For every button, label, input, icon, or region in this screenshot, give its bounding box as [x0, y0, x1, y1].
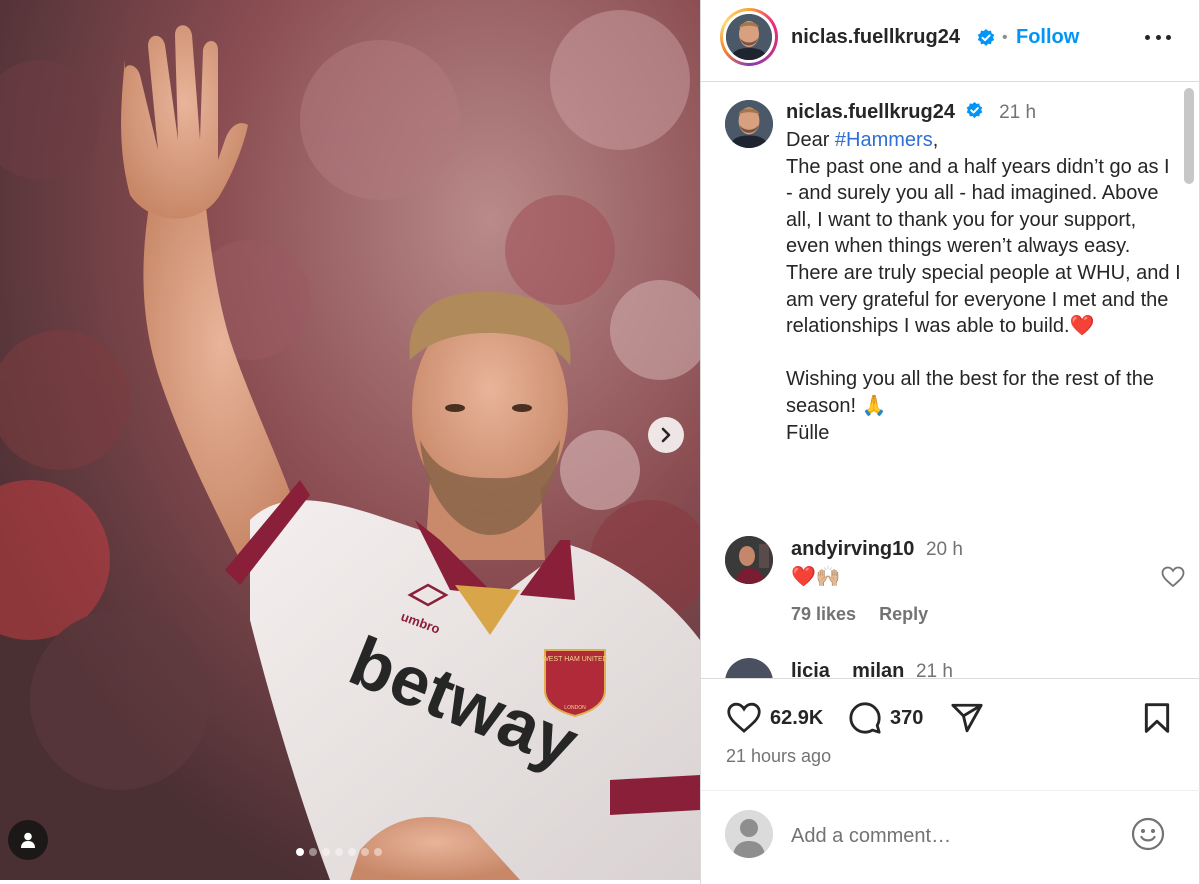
comment-text: ❤️🙌🏼	[791, 566, 841, 588]
verified-badge-icon	[966, 101, 982, 119]
commenter-avatar[interactable]	[725, 536, 773, 584]
comment-count: 370	[890, 706, 924, 729]
add-comment-bar	[701, 790, 1200, 880]
follow-button[interactable]: Follow	[1016, 26, 1079, 49]
carousel-next-button[interactable]	[648, 417, 684, 453]
post-details-panel: niclas.fuellkrug24 • Follow niclas.fuell…	[700, 0, 1200, 884]
comment-time[interactable]: 20 h	[926, 539, 963, 560]
caption-body-text: The past one and a half years didn’t go …	[786, 155, 1181, 444]
comments-section[interactable]: niclas.fuellkrug24 21 h Dear #Hammers, T…	[701, 83, 1200, 678]
header-separator: •	[1002, 29, 1008, 46]
comment-reply-button[interactable]: Reply	[879, 604, 928, 624]
comment-header: licia__milan 21 h	[791, 660, 953, 678]
emoji-smile-icon[interactable]	[1131, 817, 1165, 851]
caption-header: niclas.fuellkrug24 21 h	[786, 101, 1036, 124]
comment-bubble-icon	[849, 702, 881, 734]
tagged-users-button[interactable]	[8, 820, 48, 860]
verified-badge-icon	[977, 29, 995, 46]
caption-time[interactable]: 21 h	[999, 102, 1036, 123]
heart-icon	[727, 702, 761, 733]
commenter-username[interactable]: licia__milan	[791, 660, 904, 678]
comment-button[interactable]: 370	[848, 701, 923, 735]
comments-scrollbar[interactable]	[1184, 88, 1194, 184]
carousel-dot	[335, 848, 343, 856]
comment-item: licia__milan 21 h	[725, 658, 1185, 678]
comment-meta: 79 likes Reply	[791, 604, 946, 625]
author-username[interactable]: niclas.fuellkrug24	[791, 26, 960, 49]
send-icon	[951, 703, 983, 733]
crest-text-top: WEST HAM UNITED	[542, 656, 608, 663]
hashtag-link[interactable]: #Hammers	[835, 129, 933, 151]
caption-author-photo	[725, 100, 773, 148]
caption-text: Dear #Hammers, The past one and a half y…	[786, 127, 1181, 446]
carousel-indicator	[296, 848, 382, 856]
carousel-dot	[374, 848, 382, 856]
comment-item: andyirving10 20 h ❤️🙌🏼 79 likes Reply	[725, 536, 1185, 626]
current-user-avatar	[725, 810, 773, 858]
default-avatar-icon	[725, 810, 773, 858]
post-media[interactable]: WEST HAM UNITED LONDON umbro betway	[0, 0, 700, 880]
share-button[interactable]	[949, 701, 985, 735]
heart-icon[interactable]	[1161, 566, 1185, 588]
caption-author-avatar[interactable]	[725, 100, 773, 148]
like-count[interactable]: 62.9K	[770, 707, 823, 730]
commenter-username[interactable]: andyirving10	[791, 538, 914, 560]
post-photo: WEST HAM UNITED LONDON umbro betway	[0, 0, 700, 880]
carousel-dot	[309, 848, 317, 856]
caption-author-username[interactable]: niclas.fuellkrug24	[786, 101, 955, 123]
author-avatar[interactable]	[720, 8, 778, 66]
carousel-dot	[361, 848, 369, 856]
post-actions: 62.9K 370 21 hours ago	[701, 678, 1200, 803]
like-button[interactable]: 62.9K	[726, 702, 823, 734]
chevron-right-icon	[661, 427, 671, 443]
post-timestamp[interactable]: 21 hours ago	[726, 746, 831, 767]
carousel-dot	[348, 848, 356, 856]
save-button[interactable]	[1142, 702, 1172, 734]
more-horizontal-icon	[1145, 34, 1150, 40]
caption-greeting-suffix: ,	[932, 129, 939, 151]
more-options-button[interactable]	[1145, 30, 1171, 44]
bookmark-icon	[1144, 703, 1170, 733]
commenter-photo	[725, 536, 773, 584]
comment-likes[interactable]: 79 likes	[791, 604, 856, 624]
user-icon	[21, 832, 35, 848]
carousel-dot	[322, 848, 330, 856]
caption-greeting-prefix: Dear	[786, 129, 835, 151]
comment-time[interactable]: 21 h	[916, 661, 953, 678]
comment-header: andyirving10 20 h	[791, 538, 963, 561]
author-photo	[726, 14, 772, 60]
carousel-dot	[296, 848, 304, 856]
post-header: niclas.fuellkrug24 • Follow	[701, 0, 1200, 82]
comment-input[interactable]	[791, 821, 1111, 851]
commenter-avatar[interactable]	[725, 658, 773, 678]
